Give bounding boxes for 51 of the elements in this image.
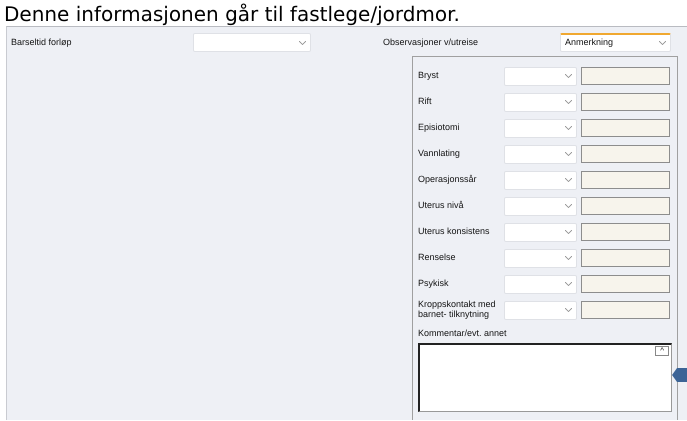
course-dropdown[interactable] <box>193 33 311 52</box>
text-field[interactable] <box>581 171 670 189</box>
pointer-icon <box>672 368 687 382</box>
text-field[interactable] <box>581 67 670 85</box>
field-label: Kommentar/evt. annet <box>418 327 508 340</box>
field-label: Observasjoner v/utreise <box>383 36 480 49</box>
field-label: Psykisk <box>418 279 450 289</box>
dropdown[interactable] <box>504 66 577 86</box>
dropdown[interactable] <box>504 170 577 190</box>
text-field[interactable] <box>581 93 670 111</box>
field-label: Vannlating <box>418 149 461 159</box>
text-field[interactable] <box>581 301 670 319</box>
dropdown[interactable] <box>504 222 577 242</box>
text-field[interactable] <box>581 275 670 293</box>
heading: Denne informasjonen går til fastlege/jordmor. <box>3 1 461 26</box>
field-label: Uterus konsistens <box>418 227 491 237</box>
caret-icon <box>565 282 572 286</box>
field-label: Bryst <box>418 71 440 81</box>
dropdown[interactable] <box>504 144 577 164</box>
caret-icon <box>565 204 572 208</box>
dropdown[interactable] <box>504 248 577 268</box>
caret-icon <box>565 152 572 156</box>
caret-icon <box>659 41 666 45</box>
caret-icon <box>565 178 572 182</box>
dropdown[interactable] <box>504 118 577 138</box>
field-label: Operasjonssår <box>418 175 478 185</box>
text-field[interactable] <box>581 197 670 215</box>
caret-icon <box>565 256 572 260</box>
caret-icon <box>565 100 572 104</box>
scroll-up-button[interactable]: ^ <box>655 346 669 356</box>
text-field[interactable] <box>581 223 670 241</box>
field-label: Episiotomi <box>418 123 461 133</box>
caret-icon <box>565 126 572 130</box>
text-field[interactable] <box>581 119 670 137</box>
field-label: Barseltid forløp <box>11 36 73 49</box>
field-label: Kroppskontakt med barnet- tilknytning <box>418 300 497 320</box>
dropdown[interactable] <box>504 196 577 216</box>
caret-icon <box>565 308 572 312</box>
dropdown[interactable] <box>504 300 577 320</box>
text-field[interactable] <box>581 249 670 267</box>
dropdown[interactable] <box>504 92 577 112</box>
text-field[interactable] <box>581 145 670 163</box>
comment-textarea[interactable]: ^ <box>418 342 672 412</box>
field-label: Uterus nivå <box>418 201 465 211</box>
field-label: Rift <box>418 97 432 107</box>
dropdown[interactable] <box>504 274 577 294</box>
caret-icon <box>299 40 306 44</box>
observations-dropdown[interactable]: Anmerkning <box>560 33 671 52</box>
field-label: Renselse <box>418 253 457 263</box>
caret-icon <box>565 230 572 234</box>
caret-icon <box>565 74 572 78</box>
